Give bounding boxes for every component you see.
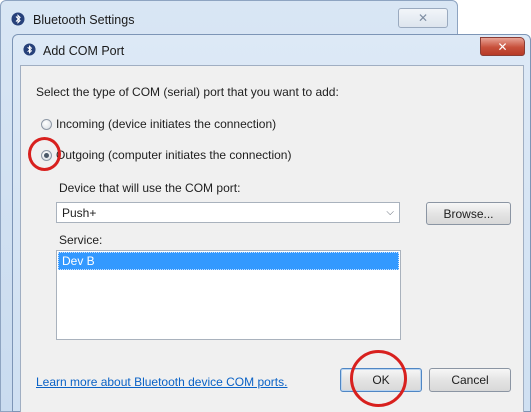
service-label: Service: (59, 233, 103, 247)
highlight-circle-ok (350, 350, 407, 407)
incoming-option[interactable]: Incoming (device initiates the connectio… (41, 117, 276, 131)
close-icon: ✕ (497, 39, 508, 54)
incoming-radio[interactable] (41, 118, 52, 130)
dialog-close-button[interactable]: ✕ (480, 37, 525, 56)
device-select-value: Push+ (62, 205, 97, 220)
screen: Bluetooth Settings ✕ Add COM Port ✕ Sele… (0, 0, 531, 412)
bluetooth-icon (23, 43, 36, 56)
incoming-label: Incoming (device initiates the connectio… (56, 117, 277, 131)
browse-button-label: Browse... (443, 206, 494, 221)
port-type-prompt: Select the type of COM (serial) port tha… (36, 85, 339, 99)
outgoing-option[interactable]: Outgoing (computer initiates the connect… (41, 148, 291, 162)
cancel-button[interactable]: Cancel (429, 368, 511, 392)
bluetooth-icon (11, 12, 25, 26)
learn-more-link[interactable]: Learn more about Bluetooth device COM po… (36, 375, 287, 389)
device-select[interactable]: Push+ ⌵ (56, 202, 400, 223)
highlight-circle-outgoing (28, 137, 61, 171)
list-item[interactable]: Dev B (58, 252, 399, 270)
browse-button[interactable]: Browse... (426, 202, 511, 225)
service-list[interactable]: Dev B (56, 250, 401, 340)
device-label: Device that will use the COM port: (59, 181, 241, 195)
close-icon: ✕ (417, 11, 429, 25)
cancel-button-label: Cancel (451, 373, 489, 387)
bluetooth-settings-close-button[interactable]: ✕ (398, 8, 448, 28)
bluetooth-settings-title: Bluetooth Settings (33, 13, 135, 27)
outgoing-label: Outgoing (computer initiates the connect… (56, 148, 292, 162)
chevron-down-icon: ⌵ (386, 207, 394, 218)
dialog-title: Add COM Port (43, 44, 125, 58)
